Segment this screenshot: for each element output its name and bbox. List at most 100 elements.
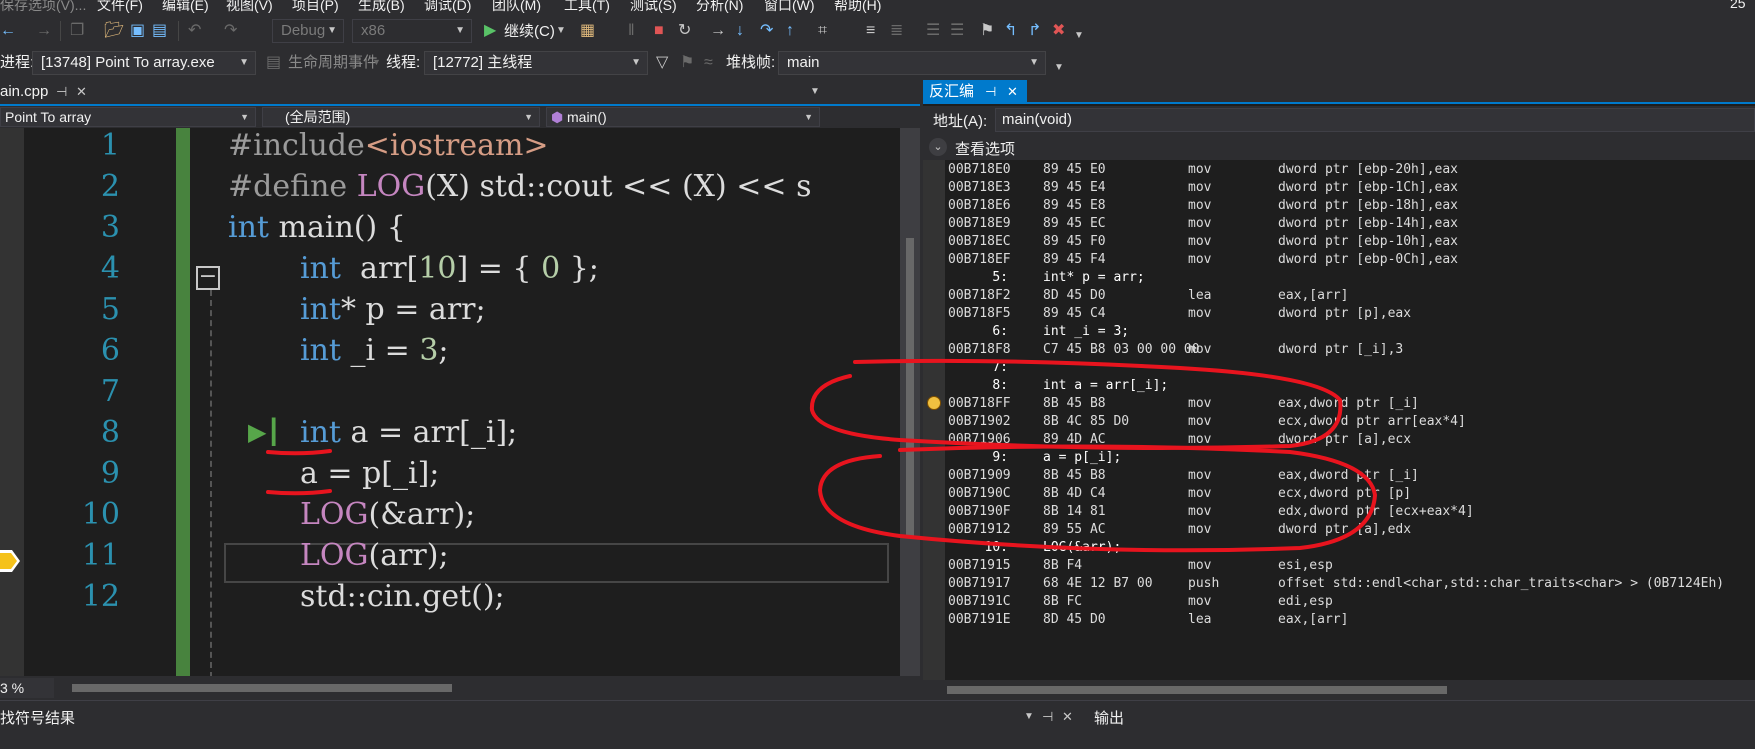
restart-icon[interactable]: ↻ [678,21,691,41]
disasm-instruction[interactable]: 00B71906 89 4D AC mov dword ptr [a],ecx [948,430,1748,450]
show-next-statement-icon[interactable]: → [710,21,726,41]
find-symbol-results-title[interactable]: 找符号结果 [0,707,75,728]
menu-project[interactable]: 项目(P) [292,0,339,14]
new-project-icon[interactable]: ❐ [70,21,84,41]
menu-window[interactable]: 窗口(W) [764,0,815,14]
view-options-label[interactable]: 查看选项 [955,138,1015,159]
run-to-click-icon[interactable]: ▶┃ [248,418,281,446]
flag-thread-icon[interactable]: ⚑ [680,53,694,73]
function-select[interactable]: ⬢ main() ▼ [546,107,820,127]
disasm-instruction[interactable]: 00B7191E 8D 45 D0 lea eax,[arr] [948,610,1748,630]
filter-icon[interactable]: ▽ [656,53,668,73]
disasm-instruction[interactable]: 00B7190F 8B 14 81 mov edx,dword ptr [ecx+ea… [948,502,1748,522]
editor-vertical-scrollbar[interactable] [900,128,920,676]
scrollbar-thumb[interactable] [947,686,1447,694]
menu-help[interactable]: 帮助(H) [834,0,881,14]
step-over-icon[interactable]: ↷ [760,21,773,41]
disasm-instruction[interactable]: 00B718EF 89 45 F4 mov dword ptr [ebp-0Ch],e… [948,250,1748,270]
pin-icon[interactable]: ⊣ [1042,707,1053,727]
tab-main-cpp[interactable]: ain.cpp ⊣ ✕ [0,80,100,104]
address-input[interactable]: main(void) [995,108,1755,132]
toolbar-overflow-icon[interactable]: ▼ [1054,58,1064,78]
output-title[interactable]: 输出 [1094,707,1124,728]
open-file-icon[interactable]: 📂︎ [104,21,124,41]
disasm-instruction[interactable]: 00B71909 8B 45 B8 mov eax,dword ptr [_i] [948,466,1748,486]
disasm-instruction[interactable]: 00B71917 68 4E 12 B7 00 push offset std::en… [948,574,1748,594]
menu-build[interactable]: 生成(B) [358,0,405,14]
disasm-instruction[interactable]: 00B718F5 89 45 C4 mov dword ptr [p],eax [948,304,1748,324]
disassembly-listing[interactable]: 00B718E0 89 45 E0 mov dword ptr [ebp-20h],e… [923,160,1755,680]
disasm-instruction[interactable]: 00B71912 89 55 AC mov dword ptr [a],edx [948,520,1748,540]
disasm-source-line[interactable]: 7: [948,358,1748,378]
hex-display-icon[interactable]: ⌗ [818,21,827,41]
step-into-icon[interactable]: ↓ [736,21,744,41]
menu-file[interactable]: 文件(F) [97,0,143,14]
pin-icon[interactable]: ⊣ [985,80,996,104]
stop-icon[interactable]: ■ [654,21,664,41]
disasm-instruction[interactable]: 00B718EC 89 45 F0 mov dword ptr [ebp-10h],e… [948,232,1748,252]
tab-dropdown-icon[interactable]: ▼ [810,80,820,104]
close-icon[interactable]: ✕ [76,80,87,104]
clear-bookmarks-icon[interactable]: ✖ [1052,21,1065,41]
scrollbar-thumb[interactable] [906,238,914,538]
back-icon[interactable]: ← [0,21,16,41]
menu-team[interactable]: 团队(M) [492,0,541,14]
pin-icon[interactable]: ⊣ [56,80,67,104]
menu-debug[interactable]: 调试(D) [424,0,471,14]
uncomment-icon[interactable]: ☰ [950,21,964,41]
project-select[interactable]: Point To array ▼ [0,107,256,127]
disasm-source-line[interactable]: 6: int _i = 3; [948,322,1748,342]
forward-icon[interactable]: → [36,21,52,41]
show-flagged-icon[interactable]: ≈ [704,53,713,73]
chevron-down-icon[interactable]: ▼ [372,52,381,72]
save-icon[interactable]: ▣ [130,21,145,41]
disasm-instruction[interactable]: 00B718E3 89 45 E4 mov dword ptr [ebp-1Ch],e… [948,178,1748,198]
menu-save-options[interactable]: 保存选项(V)... [0,0,86,14]
undo-icon[interactable]: ↶ [188,21,201,41]
collapse-icon[interactable]: − [196,266,220,290]
process-select[interactable]: [13748] Point To array.exe ▼ [32,51,256,75]
menu-edit[interactable]: 编辑(E) [162,0,209,14]
scope-select[interactable]: (全局范围) ▼ [262,107,540,127]
menu-test[interactable]: 测试(S) [630,0,677,14]
continue-button[interactable]: 继续(C) [504,22,555,42]
tab-disassembly[interactable]: 反汇编 ⊣ ✕ [923,80,1027,104]
menu-tools[interactable]: 工具(T) [564,0,610,14]
zoom-select[interactable]: 3 % [0,678,54,698]
toolbar-overflow-icon[interactable]: ▼ [1074,26,1084,46]
disasm-source-line[interactable]: 5: int* p = arr; [948,268,1748,288]
disasm-instruction[interactable]: 00B7190C 8B 4D C4 mov ecx,dword ptr [p] [948,484,1748,504]
step-out-icon[interactable]: ↑ [786,21,794,41]
disasm-instruction[interactable]: 00B718E0 89 45 E0 mov dword ptr [ebp-20h],e… [948,160,1748,180]
disasm-instruction[interactable]: 00B71915 8B F4 mov esi,esp [948,556,1748,576]
thread-select[interactable]: [12772] 主线程 ▼ [424,51,648,75]
close-icon[interactable]: ✕ [1007,80,1018,104]
disasm-source-line[interactable]: 9: a = p[_i]; [948,448,1748,468]
continue-icon[interactable]: ▶ [484,21,496,41]
disasm-instruction[interactable]: 00B718E9 89 45 EC mov dword ptr [ebp-14h],e… [948,214,1748,234]
disasm-instruction[interactable]: 00B718FF 8B 45 B8 mov eax,dword ptr [_i] [948,394,1748,414]
scrollbar-thumb[interactable] [72,684,452,692]
comment-icon[interactable]: ☰ [926,21,940,41]
disasm-instruction[interactable]: 00B718F2 8D 45 D0 lea eax,[arr] [948,286,1748,306]
disasm-instruction[interactable]: 00B7191C 8B FC mov edi,esp [948,592,1748,612]
menu-view[interactable]: 视图(V) [226,0,273,14]
lifecycle-events-button[interactable]: 生命周期事件 [288,53,378,73]
config-select[interactable]: Debug ▼ [272,19,344,43]
redo-icon[interactable]: ↷ [224,21,237,41]
chevron-down-icon[interactable]: ▼ [556,21,566,41]
code-area[interactable]: − ▶┃ 1 2 3 4 5 6 7 8 9 10 11 12 #include… [0,128,900,676]
disasm-source-line[interactable]: 8: int a = arr[_i]; [948,376,1748,396]
disasm-instruction[interactable]: 00B718E6 89 45 E8 mov dword ptr [ebp-18h],e… [948,196,1748,216]
disasm-instruction[interactable]: 00B71902 8B 4C 85 D0 mov ecx,dword ptr arr[… [948,412,1748,432]
stackframe-select[interactable]: main ▼ [778,51,1046,75]
disassembly-margin[interactable] [923,160,945,680]
chevron-down-icon[interactable]: ▼ [1024,707,1034,727]
bookmark-icon[interactable]: ⚑ [980,21,994,41]
disasm-source-line[interactable]: 10: LOG(&arr); [948,538,1748,558]
disassembly-horizontal-scrollbar[interactable] [923,680,1755,700]
disasm-instruction[interactable]: 00B718F8 C7 45 B8 03 00 00 00 mov dword ptr… [948,340,1748,360]
menu-analyze[interactable]: 分析(N) [696,0,743,14]
thread-flag-icon[interactable]: ≣ [890,21,903,41]
platform-select[interactable]: x86 ▼ [352,19,472,43]
